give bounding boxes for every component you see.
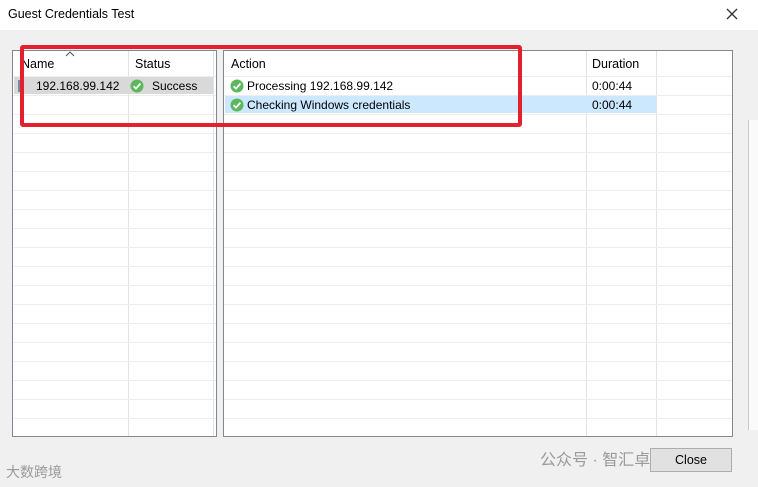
watermark-text: 大数跨境 bbox=[6, 464, 62, 480]
highlight-annotation bbox=[20, 45, 522, 127]
duration-text: 0:00:44 bbox=[592, 98, 633, 112]
background-scroll-edge bbox=[748, 120, 758, 430]
title-bar: Guest Credentials Test bbox=[0, 0, 758, 30]
close-window-icon[interactable] bbox=[722, 4, 742, 24]
column-header-duration[interactable]: Duration bbox=[592, 55, 639, 73]
window-title: Guest Credentials Test bbox=[8, 7, 135, 21]
duration-text: 0:00:44 bbox=[592, 79, 633, 93]
close-button[interactable]: Close bbox=[650, 448, 732, 472]
watermark-text: 公众号 · 智汇卓云 bbox=[540, 452, 667, 469]
